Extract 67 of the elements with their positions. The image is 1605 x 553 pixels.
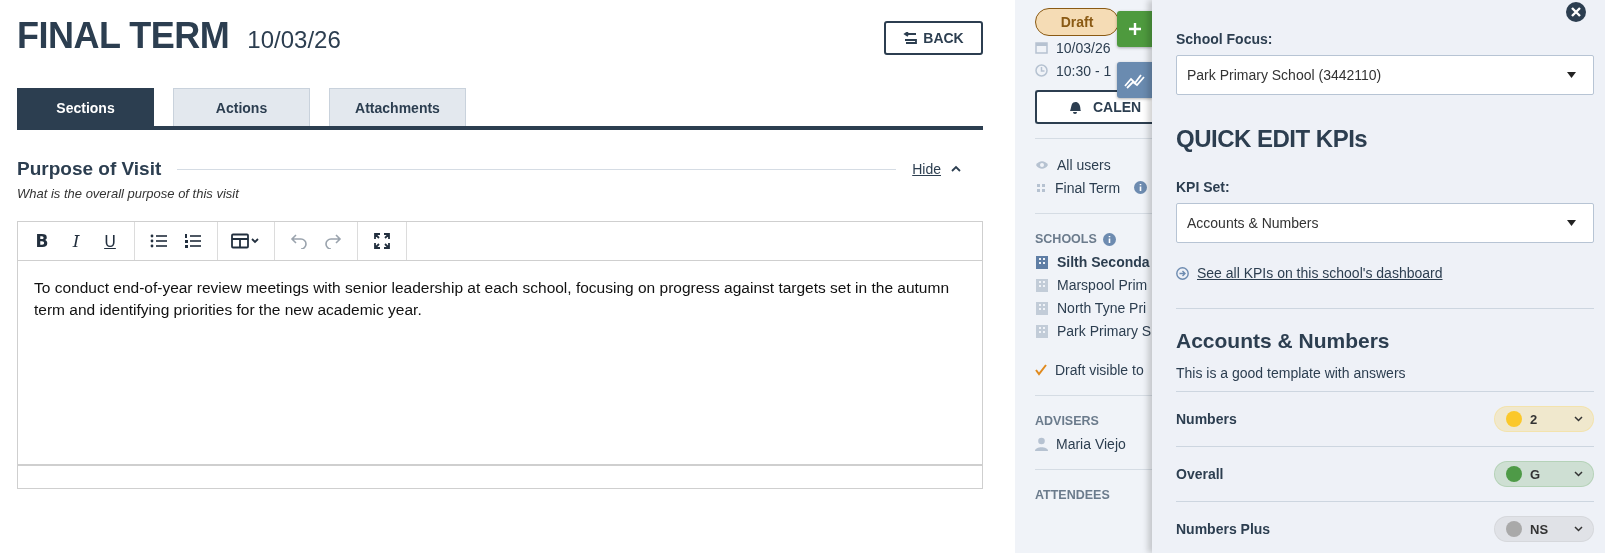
school-name[interactable]: Silth Seconda [1057, 253, 1150, 270]
school-name[interactable]: Marspool Prim [1057, 276, 1148, 293]
page-title: FINAL TERM [17, 15, 230, 57]
draft-note: Draft visible to [1055, 361, 1144, 378]
kpi-value: 2 [1530, 411, 1539, 427]
kpi-rating-dropdown[interactable]: NS [1494, 516, 1594, 542]
clock-icon [1035, 64, 1048, 77]
kpi-value: G [1530, 466, 1542, 482]
plus-icon [1127, 22, 1142, 36]
underline-button[interactable]: U [94, 226, 126, 256]
italic-button[interactable]: I [60, 226, 92, 256]
dashboard-link[interactable]: See all KPIs on this school's dashboard [1197, 265, 1443, 281]
panel-heading: QUICK EDIT KPIs [1176, 125, 1369, 153]
caret-icon [1567, 220, 1576, 226]
tab[interactable]: Sections [17, 88, 154, 126]
chevron-up-icon [951, 165, 961, 173]
kpi-set-description: This is a good template with answers [1176, 365, 1594, 392]
field-label: School Focus: [1176, 31, 1274, 47]
arrow-circle-icon [1176, 266, 1189, 280]
calendar-button[interactable]: CALEN [1035, 90, 1152, 124]
hide-link[interactable]: Hide [912, 161, 941, 177]
field-label: KPI Set: [1176, 179, 1231, 195]
kpi-name: Overall [1176, 466, 1224, 482]
bold-button[interactable]: B [26, 226, 58, 256]
kpi-name: Numbers [1176, 411, 1237, 427]
attendees-label: ATTENDEES [1035, 488, 1110, 502]
close-icon[interactable] [1566, 2, 1586, 22]
page-date: 10/03/26 [247, 26, 341, 54]
eye-icon [1035, 159, 1049, 170]
back-arrow-icon [903, 31, 918, 44]
bell-icon [1067, 99, 1083, 115]
editor-text: To conduct end-of-year review meetings with senior leadership at each school, focusing on progress against targets set in the autumn term and identifying priorities for the new academic year. [34, 278, 950, 320]
school-name[interactable]: North Tyne Pri [1057, 299, 1147, 316]
tab[interactable]: Actions [173, 88, 310, 126]
check-icon [1035, 363, 1047, 376]
text-editor[interactable]: B I U To conduct end-of-year review meetings with senior leadership at each school, focusing on progress against targets set in the autumn term and identifying priorities for the new academic year. [17, 221, 983, 489]
calendar-icon [1035, 41, 1048, 54]
kpi-set-title: Accounts & Numbers [1176, 329, 1391, 353]
school-name[interactable]: Park Primary S [1057, 322, 1152, 339]
chart-button[interactable] [1117, 62, 1152, 98]
info-icon [1134, 181, 1148, 194]
kpi-rating-dropdown[interactable]: 2 [1494, 406, 1594, 432]
adviser-name: Maria Viejo [1056, 435, 1126, 452]
add-button[interactable] [1117, 11, 1152, 47]
kpi-value: NS [1530, 521, 1550, 537]
visibility-text: All users [1057, 156, 1111, 173]
template-name: Final Term [1055, 179, 1121, 196]
caret-icon [1567, 72, 1576, 78]
back-button[interactable]: BACK [884, 20, 983, 55]
advisers-label: ADVISERS [1035, 414, 1099, 428]
grid-icon [1035, 181, 1047, 194]
section-subtitle: What is the overall purpose of this visit [17, 186, 241, 201]
info-icon [1102, 232, 1116, 246]
chevron-down-icon [1574, 416, 1583, 422]
chevron-down-icon [1574, 526, 1583, 532]
visit-date: 10/03/26 [1056, 39, 1111, 56]
kpi-set-select[interactable]: Accounts & Numbers [1176, 203, 1594, 243]
visit-time: 10:30 - 1 [1056, 62, 1112, 79]
schools-label: SCHOOLS [1035, 232, 1097, 246]
user-icon [1035, 436, 1048, 451]
section-title: Purpose of Visit [17, 158, 162, 180]
kpi-rating-dropdown[interactable]: G [1494, 461, 1594, 487]
kpi-name: Numbers Plus [1176, 521, 1271, 537]
school-focus-select[interactable]: Park Primary School (3442110) [1176, 55, 1594, 95]
chevron-down-icon [1574, 471, 1583, 477]
tab[interactable]: Attachments [329, 88, 466, 126]
status-badge: Draft [1035, 8, 1119, 36]
